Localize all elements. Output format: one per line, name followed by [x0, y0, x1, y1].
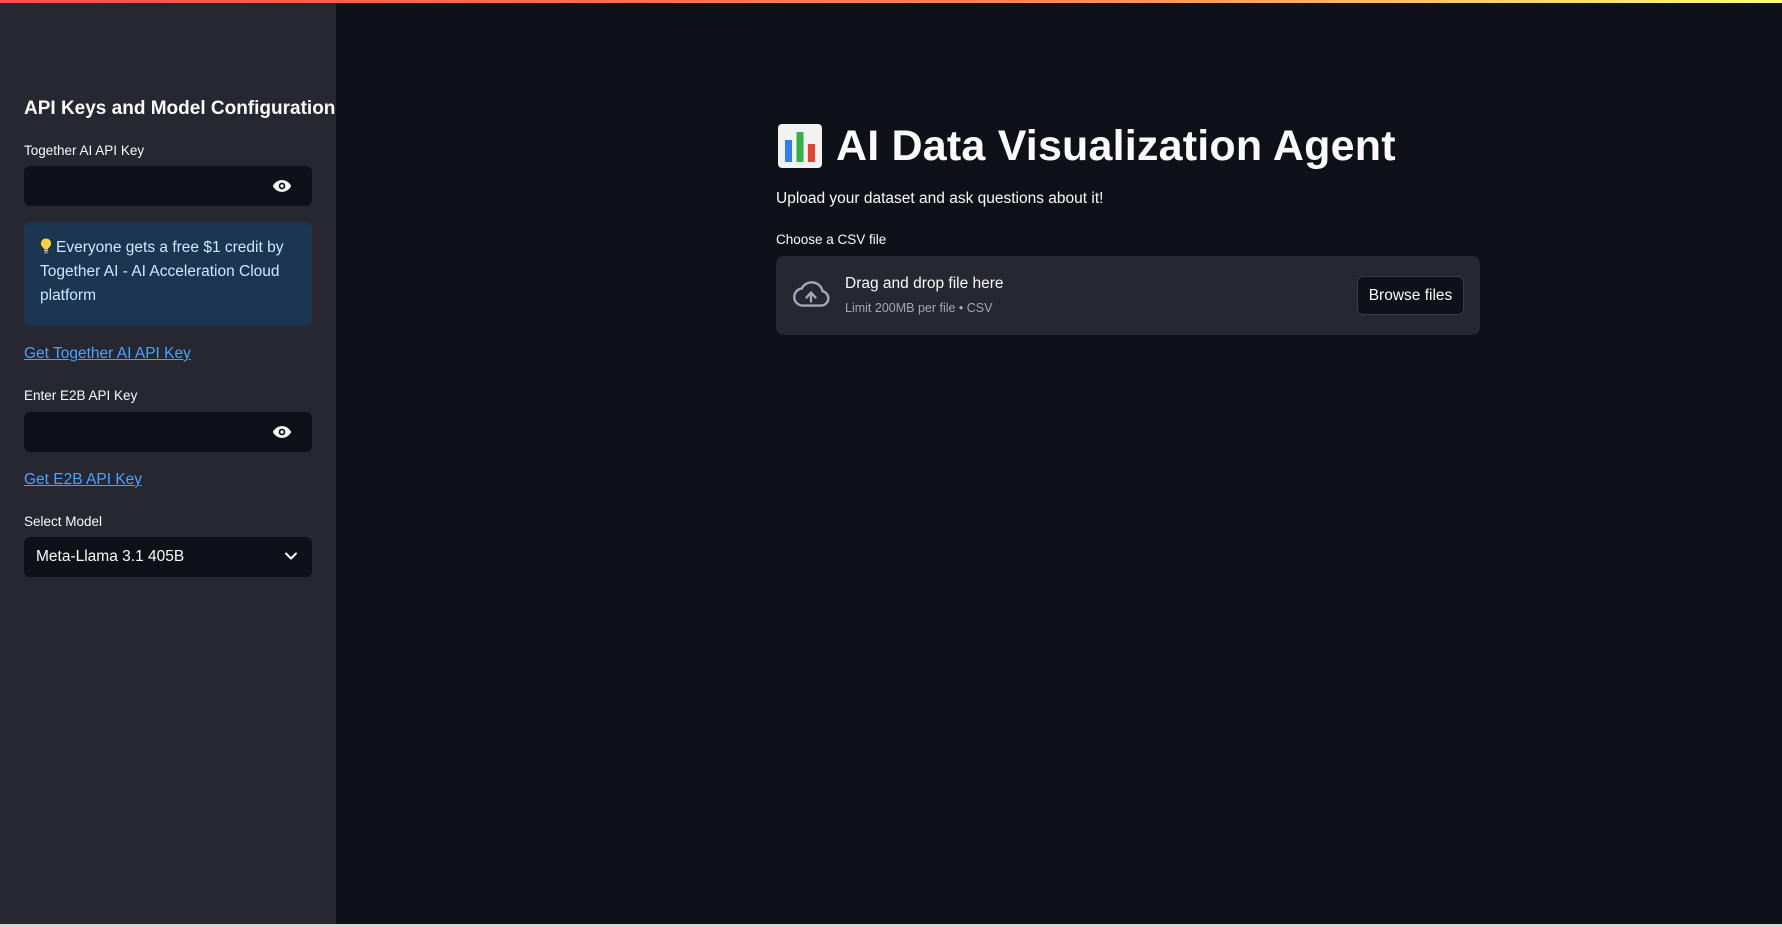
browse-files-button[interactable]: Browse files: [1357, 276, 1464, 315]
e2b-api-key-link[interactable]: Get E2B API Key: [24, 471, 142, 489]
model-select[interactable]: Meta-Llama 3.1 405B: [24, 537, 312, 577]
bar-chart-emoji-icon: [778, 124, 822, 168]
sidebar-title: API Keys and Model Configuration: [24, 98, 336, 119]
file-uploader-label: Choose a CSV file: [776, 232, 887, 247]
eye-icon[interactable]: [272, 178, 292, 194]
chevron-down-icon: [285, 552, 297, 560]
model-select-value: Meta-Llama 3.1 405B: [36, 548, 185, 565]
together-api-key-link[interactable]: Get Together AI API Key: [24, 345, 191, 363]
e2b-key-label: Enter E2B API Key: [24, 388, 138, 403]
together-key-label: Together AI API Key: [24, 143, 145, 158]
model-select-label: Select Model: [24, 514, 103, 529]
header-decoration-bar: [0, 0, 1782, 3]
file-dropzone[interactable]: Drag and drop file here Limit 200MB per …: [776, 256, 1480, 335]
cloud-upload-icon: [793, 281, 830, 307]
info-box: Everyone gets a free $1 credit by Togeth…: [24, 222, 312, 326]
lightbulb-icon: [41, 238, 51, 254]
sidebar: API Keys and Model Configuration Togethe…: [0, 0, 336, 924]
page-subtitle: Upload your dataset and ask questions ab…: [776, 190, 1104, 207]
page-title: AI Data Visualization Agent: [836, 121, 1396, 170]
e2b-key-input[interactable]: [24, 412, 264, 452]
e2b-key-field: [24, 412, 312, 452]
info-text: Everyone gets a free $1 credit by Togeth…: [40, 239, 284, 304]
eye-icon[interactable]: [272, 424, 292, 440]
together-key-field: [24, 166, 312, 206]
dropzone-limit-text: Limit 200MB per file • CSV: [845, 301, 993, 315]
dropzone-title: Drag and drop file here: [845, 275, 1004, 292]
together-key-input[interactable]: [24, 166, 264, 206]
page-header: AI Data Visualization Agent: [776, 118, 1396, 174]
